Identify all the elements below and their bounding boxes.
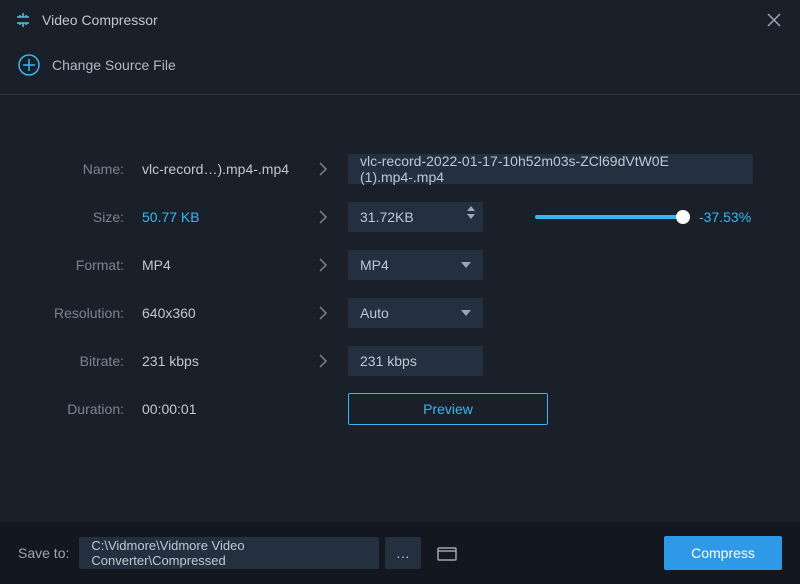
duration-value: 00:00:01 xyxy=(130,401,298,417)
name-value: vlc-record…).mp4-.mp4 xyxy=(130,161,298,177)
resolution-value: 640x360 xyxy=(130,305,298,321)
size-value: 50.77 KB xyxy=(130,209,298,225)
name-input[interactable]: vlc-record-2022-01-17-10h52m03s-ZCl69dVt… xyxy=(348,154,753,184)
chevron-right-icon xyxy=(298,306,348,320)
change-source-label: Change Source File xyxy=(52,57,176,73)
chevron-right-icon xyxy=(298,354,348,368)
save-path-input[interactable]: C:\Vidmore\Vidmore Video Converter\Compr… xyxy=(79,537,379,569)
resolution-label: Resolution: xyxy=(30,305,130,321)
chevron-right-icon xyxy=(298,258,348,272)
divider xyxy=(0,94,800,95)
bitrate-input[interactable]: 231 kbps xyxy=(348,346,483,376)
change-source-button[interactable]: Change Source File xyxy=(0,40,800,90)
format-label: Format: xyxy=(30,257,130,273)
format-dropdown[interactable]: MP4 xyxy=(348,250,483,280)
name-label: Name: xyxy=(30,161,130,177)
window-title: Video Compressor xyxy=(42,12,158,28)
size-up-icon[interactable] xyxy=(467,206,475,211)
close-icon[interactable] xyxy=(762,8,786,32)
open-folder-button[interactable] xyxy=(429,537,465,569)
chevron-right-icon xyxy=(298,162,348,176)
preview-button[interactable]: Preview xyxy=(348,393,548,425)
browse-button[interactable]: … xyxy=(385,537,421,569)
app-icon xyxy=(14,11,32,29)
size-slider[interactable] xyxy=(535,215,683,219)
plus-circle-icon xyxy=(18,54,40,76)
size-down-icon[interactable] xyxy=(467,214,475,219)
chevron-down-icon xyxy=(461,310,471,316)
chevron-down-icon xyxy=(461,262,471,268)
chevron-right-icon xyxy=(298,210,348,224)
resolution-dropdown[interactable]: Auto xyxy=(348,298,483,328)
slider-thumb[interactable] xyxy=(676,210,690,224)
compress-button[interactable]: Compress xyxy=(664,536,782,570)
bitrate-value: 231 kbps xyxy=(130,353,298,369)
size-input[interactable]: 31.72KB xyxy=(348,202,483,232)
duration-label: Duration: xyxy=(30,401,130,417)
size-label: Size: xyxy=(30,209,130,225)
saveto-label: Save to: xyxy=(18,545,69,561)
format-value: MP4 xyxy=(130,257,298,273)
bitrate-label: Bitrate: xyxy=(30,353,130,369)
size-percent: -37.53% xyxy=(699,209,751,225)
